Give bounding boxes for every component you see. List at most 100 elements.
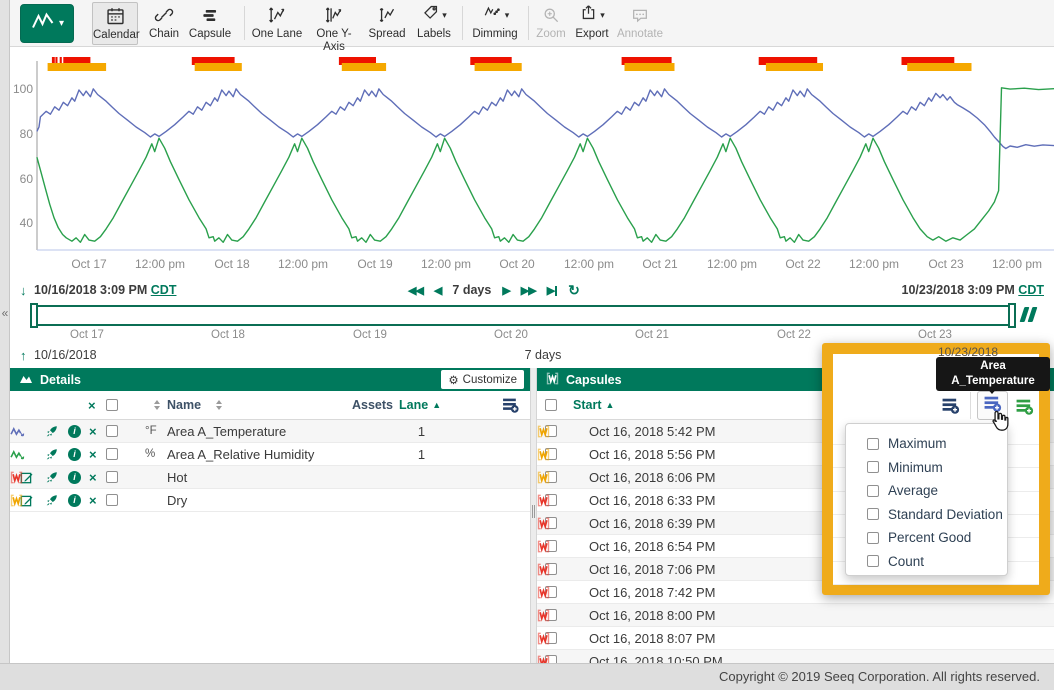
toolbar-button-one-y-axis[interactable]: One Y-Axis — [306, 2, 362, 45]
chain-icon — [146, 2, 182, 28]
remove-icon[interactable]: × — [89, 466, 97, 488]
gears-icon: ⚙ — [448, 373, 458, 387]
info-icon[interactable]: i — [68, 466, 81, 488]
row-checkbox[interactable] — [106, 466, 118, 488]
condition-icon — [10, 489, 23, 511]
column-header-start[interactable]: Start▲ — [573, 391, 614, 419]
details-row[interactable]: i × Hot — [10, 466, 530, 489]
fast-backward-icon[interactable]: ◀◀ — [408, 284, 423, 297]
capsule-row[interactable]: Oct 16, 2018 8:00 PM — [537, 604, 1054, 627]
range-selector-tick-label: Oct 20 — [476, 329, 546, 341]
details-panel: Details ⚙ Customize × Name Assets Lane▲ … — [10, 368, 530, 663]
remove-icon[interactable]: × — [89, 489, 97, 511]
auto-update-icon[interactable] — [1022, 307, 1035, 322]
asset-swap-rocket-icon[interactable] — [45, 466, 58, 488]
capsule-row[interactable]: Oct 16, 2018 8:07 PM — [537, 627, 1054, 650]
spread-icon — [365, 2, 409, 28]
capsule-time-icon — [186, 2, 234, 28]
collapse-panel-icon[interactable]: « — [0, 306, 10, 320]
dropdown-item[interactable]: Maximum — [846, 432, 1007, 456]
customize-button[interactable]: ⚙ Customize — [441, 370, 524, 389]
toolbar-button-calendar[interactable]: Calendar — [92, 2, 138, 45]
display-range-end[interactable]: 10/23/2018 3:09 PM CDT — [820, 283, 1044, 297]
range-selector-right-handle[interactable] — [1008, 303, 1016, 328]
x-axis-tick-label: Oct 17 — [49, 257, 129, 271]
duration-label[interactable]: 7 days — [452, 283, 491, 297]
column-header-assets[interactable]: Assets — [340, 391, 393, 419]
select-all-checkbox[interactable] — [545, 391, 557, 419]
unit-label: % — [145, 443, 155, 465]
item-checkbox[interactable] — [867, 461, 879, 473]
investigate-start-date[interactable]: 10/16/2018 — [34, 348, 97, 362]
item-checkbox[interactable] — [867, 485, 879, 497]
sort-icon[interactable] — [213, 391, 225, 419]
step-backward-icon[interactable]: ◀ — [434, 284, 441, 297]
step-forward-icon[interactable]: ▶ — [502, 284, 509, 297]
toolbar-button-chain[interactable]: Chain — [146, 2, 182, 45]
timezone-link[interactable]: CDT — [1018, 283, 1044, 297]
asset-swap-rocket-icon[interactable] — [45, 489, 58, 511]
item-checkbox[interactable] — [867, 532, 879, 544]
capsule-row[interactable]: Oct 16, 2018 10:50 PM — [537, 650, 1054, 663]
trend-view-selector-button[interactable]: ▾ — [20, 4, 74, 43]
caret-down-icon: ▾ — [600, 10, 605, 21]
item-checkbox[interactable] — [867, 555, 879, 567]
details-row[interactable]: i × °F Area A_Temperature 1 — [10, 420, 530, 443]
toolbar-button-export[interactable]: ▾ Export — [570, 2, 614, 45]
asset-swap-rocket-icon[interactable] — [45, 420, 58, 442]
x-axis-tick-label: 12:00 pm — [692, 257, 772, 271]
add-property-column-icon[interactable] — [1015, 398, 1034, 420]
step-to-end-icon[interactable]: ▶ — [547, 284, 557, 297]
fast-forward-icon[interactable]: ▶▶ — [521, 284, 536, 297]
add-column-icon[interactable] — [502, 391, 519, 419]
toolbar-button-one-lane[interactable]: One Lane — [251, 2, 303, 45]
capsule-start-time: Oct 16, 2018 8:07 PM — [589, 627, 715, 649]
range-selector-left-handle[interactable] — [30, 303, 38, 328]
dropdown-item[interactable]: Minimum — [846, 456, 1007, 480]
select-all-checkbox[interactable] — [106, 391, 118, 419]
remove-icon[interactable]: × — [89, 420, 97, 442]
item-checkbox[interactable] — [867, 508, 879, 520]
y-axis-tick-label: 100 — [9, 82, 33, 96]
panel-splitter[interactable] — [530, 368, 537, 663]
info-icon[interactable]: i — [68, 443, 81, 465]
range-selector-bar[interactable] — [33, 305, 1014, 326]
trend-chart[interactable] — [10, 47, 1054, 280]
lane-value — [399, 466, 444, 488]
capsule-start-time: Oct 16, 2018 6:39 PM — [589, 512, 715, 534]
add-stats-column-icon[interactable] — [941, 397, 960, 419]
dropdown-item[interactable]: Average — [846, 479, 1007, 503]
toolbar-button-spread[interactable]: Spread — [365, 2, 409, 45]
range-selector-tick-label: Oct 19 — [335, 329, 405, 341]
dropdown-item[interactable]: Standard Deviation — [846, 503, 1007, 527]
capsule-icon — [537, 466, 550, 488]
capsule-start-time: Oct 16, 2018 5:56 PM — [589, 443, 715, 465]
info-icon[interactable]: i — [68, 489, 81, 511]
column-header-name[interactable]: Name — [167, 391, 201, 419]
timezone-link[interactable]: CDT — [151, 283, 177, 297]
info-icon[interactable]: i — [68, 420, 81, 442]
y-axis-tick-label: 60 — [9, 172, 33, 186]
remove-icon[interactable]: × — [89, 443, 97, 465]
toolbar-button-capsule[interactable]: Capsule — [186, 2, 234, 45]
toolbar-button-labels[interactable]: ▾ Labels — [412, 2, 456, 45]
footer: Copyright © 2019 Seeq Corporation. All r… — [0, 663, 1054, 690]
row-checkbox[interactable] — [106, 420, 118, 442]
item-checkbox[interactable] — [867, 438, 879, 450]
signal-icon — [10, 443, 25, 465]
details-row[interactable]: i × Dry — [10, 489, 530, 512]
dropdown-item[interactable]: Percent Good — [846, 526, 1007, 550]
asset-swap-rocket-icon[interactable] — [45, 443, 58, 465]
details-row[interactable]: i × % Area A_Relative Humidity 1 — [10, 443, 530, 466]
row-checkbox[interactable] — [106, 443, 118, 465]
remove-all-icon[interactable]: × — [88, 391, 96, 419]
refresh-icon[interactable]: ↻ — [568, 282, 580, 299]
sort-icon[interactable] — [151, 391, 163, 419]
display-range-start[interactable]: 10/16/2018 3:09 PM CDT — [34, 283, 176, 297]
toolbar-button-dimming[interactable]: ▾ Dimming — [469, 2, 521, 45]
dropdown-item[interactable]: Count — [846, 550, 1007, 574]
row-checkbox[interactable] — [106, 489, 118, 511]
item-name: Hot — [167, 466, 187, 488]
column-header-lane[interactable]: Lane▲ — [399, 391, 441, 419]
toolbar-separator — [462, 6, 463, 40]
